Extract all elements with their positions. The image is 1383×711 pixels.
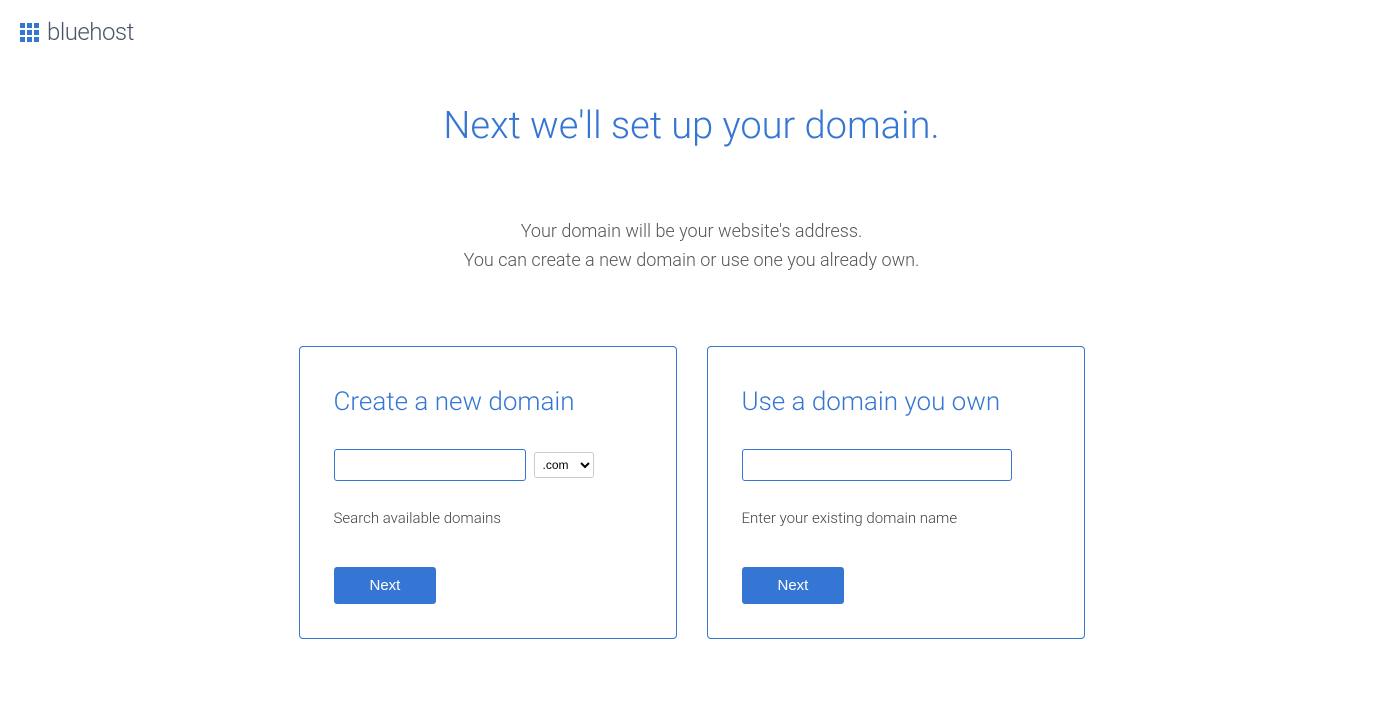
brand-name: bluehost	[47, 18, 134, 46]
subtitle-line-2: You can create a new domain or use one y…	[0, 247, 1383, 276]
existing-domain-input[interactable]	[742, 449, 1012, 481]
new-domain-input[interactable]	[334, 449, 526, 481]
create-input-row: .com	[334, 449, 642, 481]
own-next-button[interactable]: Next	[742, 567, 845, 604]
page-title: Next we'll set up your domain.	[0, 104, 1383, 148]
own-helper-text: Enter your existing domain name	[742, 509, 1050, 527]
grid-icon	[20, 23, 39, 42]
own-input-row	[742, 449, 1050, 481]
page-subtitle: Your domain will be your website's addre…	[0, 218, 1383, 276]
option-cards: Create a new domain .com Search availabl…	[0, 346, 1383, 639]
create-helper-text: Search available domains	[334, 509, 642, 527]
create-domain-card: Create a new domain .com Search availabl…	[299, 346, 677, 639]
main-content: Next we'll set up your domain. Your doma…	[0, 64, 1383, 639]
create-card-title: Create a new domain	[334, 387, 642, 417]
page-header: bluehost	[0, 0, 1383, 64]
subtitle-line-1: Your domain will be your website's addre…	[0, 218, 1383, 247]
create-next-button[interactable]: Next	[334, 567, 437, 604]
tld-select[interactable]: .com	[534, 452, 594, 478]
own-domain-card: Use a domain you own Enter your existing…	[707, 346, 1085, 639]
own-card-title: Use a domain you own	[742, 387, 1050, 417]
